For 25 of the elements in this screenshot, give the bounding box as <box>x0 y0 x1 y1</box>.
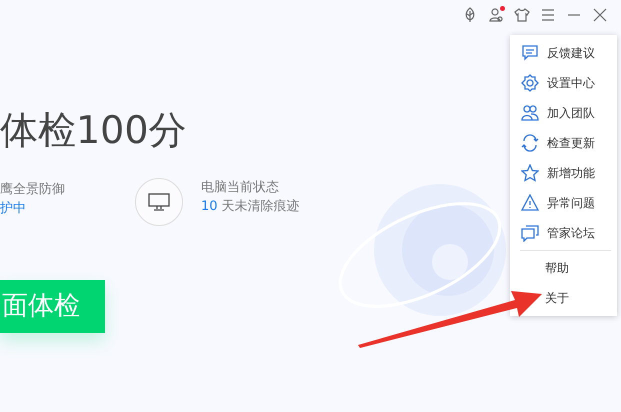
people-icon <box>521 104 539 122</box>
score-headline: 体检100分 <box>0 110 187 152</box>
status-value: 10 天未清除痕迹 <box>201 198 300 216</box>
user-icon[interactable] <box>487 6 505 24</box>
warning-icon <box>521 194 539 212</box>
close-icon[interactable] <box>591 6 609 24</box>
star-icon <box>521 164 539 182</box>
status-label: 电脑当前状态 <box>201 178 280 197</box>
menu-item[interactable]: 关于 <box>510 283 617 313</box>
menu-item[interactable]: 设置中心 <box>510 68 617 98</box>
menu-item[interactable]: 帮助 <box>510 253 617 283</box>
status-label: 鹰全景防御 <box>0 180 66 199</box>
menu-item[interactable]: 加入团队 <box>510 98 617 128</box>
status-value: 护中 <box>0 200 27 218</box>
monitor-icon <box>148 192 170 211</box>
menu-item[interactable]: 检查更新 <box>510 128 617 158</box>
shirt-icon[interactable] <box>513 6 531 24</box>
menu-item[interactable]: 新增功能 <box>510 158 617 188</box>
refresh-icon <box>521 134 539 152</box>
chat-icon <box>521 224 539 242</box>
feedback-icon <box>521 44 539 62</box>
menu-item[interactable]: 反馈建议 <box>510 38 617 68</box>
menu-item[interactable]: 管家论坛 <box>510 218 617 248</box>
gear-icon <box>521 74 539 92</box>
menu-item[interactable]: 异常问题 <box>510 188 617 218</box>
